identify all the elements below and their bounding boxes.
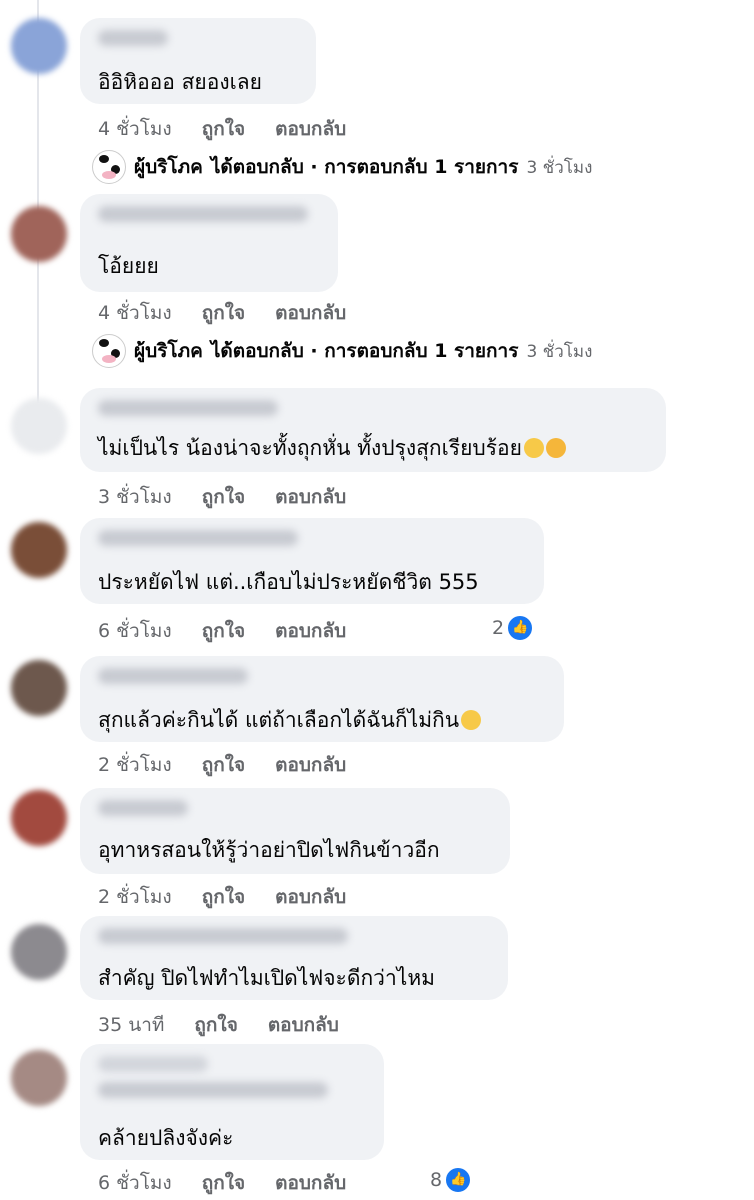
avatar[interactable] xyxy=(11,398,67,454)
avatar[interactable] xyxy=(11,522,67,578)
author-name-redacted[interactable] xyxy=(98,1056,208,1072)
like-button[interactable]: ถูกใจ xyxy=(194,1010,237,1040)
loudly-crying-face-icon xyxy=(545,438,566,458)
reply-summary-text: ได้ตอบกลับ · การตอบกลับ 1 รายการ xyxy=(210,156,519,178)
comment-actions: 6 ชั่วโมง ถูกใจ ตอบกลับ xyxy=(98,616,376,646)
cow-avatar-icon xyxy=(92,334,126,368)
comment-text: ไม่เป็นไร น้องน่าจะทั้งถุกหั่น ทั้งปรุงส… xyxy=(98,432,566,465)
reply-button[interactable]: ตอบกลับ xyxy=(275,114,346,144)
reply-button[interactable]: ตอบกลับ xyxy=(275,882,346,912)
comment-text-body: ไม่เป็นไร น้องน่าจะทั้งถุกหั่น ทั้งปรุงส… xyxy=(98,436,522,460)
reply-author: ผู้บริโภค xyxy=(134,156,203,178)
comment-bubble: ประหยัดไฟ แต่..เกือบไม่ประหยัดชีวิต 555 xyxy=(80,518,544,604)
comment-actions: 6 ชั่วโมง ถูกใจ ตอบกลับ xyxy=(98,1168,376,1198)
comment-actions: 4 ชั่วโมง ถูกใจ ตอบกลับ xyxy=(98,114,376,144)
author-name-redacted[interactable] xyxy=(98,30,168,46)
reply-button[interactable]: ตอบกลับ xyxy=(268,1010,339,1040)
comment-time[interactable]: 6 ชั่วโมง xyxy=(98,1168,172,1198)
reply-time: 3 ชั่วโมง xyxy=(526,157,593,178)
view-replies-link[interactable]: ผู้บริโภค ได้ตอบกลับ · การตอบกลับ 1 รายก… xyxy=(92,334,592,368)
comment-time[interactable]: 2 ชั่วโมง xyxy=(98,750,172,780)
comment-time[interactable]: 3 ชั่วโมง xyxy=(98,482,172,512)
like-button[interactable]: ถูกใจ xyxy=(202,616,245,646)
like-button[interactable]: ถูกใจ xyxy=(202,298,245,328)
comment-actions: 35 นาที ถูกใจ ตอบกลับ xyxy=(98,1010,369,1040)
comment-actions: 3 ชั่วโมง ถูกใจ ตอบกลับ xyxy=(98,482,376,512)
comment-text-body: สุกแล้วค่ะกินได้ แต่ถ้าเลือกได้ฉันก็ไม่ก… xyxy=(98,708,460,732)
comment-time[interactable]: 4 ชั่วโมง xyxy=(98,298,172,328)
author-subtitle-redacted xyxy=(98,1082,328,1098)
reaction-count[interactable]: 2 👍 xyxy=(492,614,535,642)
comment-time[interactable]: 2 ชั่วโมง xyxy=(98,882,172,912)
reaction-number: 8 xyxy=(430,1169,443,1191)
comment-bubble: สุกแล้วค่ะกินได้ แต่ถ้าเลือกได้ฉันก็ไม่ก… xyxy=(80,656,564,742)
author-name-redacted[interactable] xyxy=(98,206,308,222)
avatar[interactable] xyxy=(11,1050,67,1106)
view-replies-link[interactable]: ผู้บริโภค ได้ตอบกลับ · การตอบกลับ 1 รายก… xyxy=(92,150,592,184)
author-name-redacted[interactable] xyxy=(98,928,348,944)
comment-text: อิอิหิอออ สยองเลย xyxy=(98,70,262,94)
comment-actions: 2 ชั่วโมง ถูกใจ ตอบกลับ xyxy=(98,882,376,912)
sweat-smile-face-icon xyxy=(461,710,482,730)
comment-actions: 2 ชั่วโมง ถูกใจ ตอบกลับ xyxy=(98,750,376,780)
author-name-redacted[interactable] xyxy=(98,668,248,684)
reaction-number: 2 xyxy=(492,617,505,639)
avatar[interactable] xyxy=(11,18,67,74)
avatar[interactable] xyxy=(11,924,67,980)
comment-time[interactable]: 35 นาที xyxy=(98,1010,164,1040)
comment-bubble: สำคัญ ปิดไฟทำไมเปิดไฟจะดีกว่าไหม xyxy=(80,916,508,1000)
comment-bubble: คล้ายปลิงจังค่ะ xyxy=(80,1044,384,1160)
comment-bubble: อุทาหรสอนให้รู้ว่าอย่าปิดไฟกินข้าวอีก xyxy=(80,788,510,874)
comment-bubble: ไม่เป็นไร น้องน่าจะทั้งถุกหั่น ทั้งปรุงส… xyxy=(80,388,666,472)
author-name-redacted[interactable] xyxy=(98,530,298,546)
comment-bubble: อิอิหิอออ สยองเลย xyxy=(80,18,316,104)
comment-text: สำคัญ ปิดไฟทำไมเปิดไฟจะดีกว่าไหม xyxy=(98,966,436,990)
like-button[interactable]: ถูกใจ xyxy=(202,750,245,780)
reply-summary-text: ได้ตอบกลับ · การตอบกลับ 1 รายการ xyxy=(210,340,519,362)
avatar[interactable] xyxy=(11,790,67,846)
reply-button[interactable]: ตอบกลับ xyxy=(275,750,346,780)
avatar[interactable] xyxy=(11,660,67,716)
comment-text: โอ้ยยย xyxy=(98,254,159,278)
reaction-count[interactable]: 8 👍 xyxy=(430,1166,473,1194)
reply-button[interactable]: ตอบกลับ xyxy=(275,616,346,646)
avatar[interactable] xyxy=(11,206,67,262)
like-button[interactable]: ถูกใจ xyxy=(202,882,245,912)
like-button[interactable]: ถูกใจ xyxy=(202,114,245,144)
reply-button[interactable]: ตอบกลับ xyxy=(275,1168,346,1198)
crying-face-icon xyxy=(523,438,544,458)
author-name-redacted[interactable] xyxy=(98,400,278,416)
reply-author: ผู้บริโภค xyxy=(134,340,203,362)
comment-text: ประหยัดไฟ แต่..เกือบไม่ประหยัดชีวิต 555 xyxy=(98,570,479,594)
like-button[interactable]: ถูกใจ xyxy=(202,482,245,512)
comment-actions: 4 ชั่วโมง ถูกใจ ตอบกลับ xyxy=(98,298,376,328)
reply-time: 3 ชั่วโมง xyxy=(526,341,593,362)
reply-button[interactable]: ตอบกลับ xyxy=(275,482,346,512)
comment-text: คล้ายปลิงจังค่ะ xyxy=(98,1126,234,1150)
comment-text: อุทาหรสอนให้รู้ว่าอย่าปิดไฟกินข้าวอีก xyxy=(98,838,440,862)
comment-text: สุกแล้วค่ะกินได้ แต่ถ้าเลือกได้ฉันก็ไม่ก… xyxy=(98,704,482,737)
comment-bubble: โอ้ยยย xyxy=(80,194,338,292)
cow-avatar-icon xyxy=(92,150,126,184)
reply-button[interactable]: ตอบกลับ xyxy=(275,298,346,328)
like-button[interactable]: ถูกใจ xyxy=(202,1168,245,1198)
thumbs-up-icon: 👍 xyxy=(444,1166,473,1194)
author-name-redacted[interactable] xyxy=(98,800,188,816)
comment-time[interactable]: 6 ชั่วโมง xyxy=(98,616,172,646)
comment-time[interactable]: 4 ชั่วโมง xyxy=(98,114,172,144)
thumbs-up-icon: 👍 xyxy=(506,614,535,642)
